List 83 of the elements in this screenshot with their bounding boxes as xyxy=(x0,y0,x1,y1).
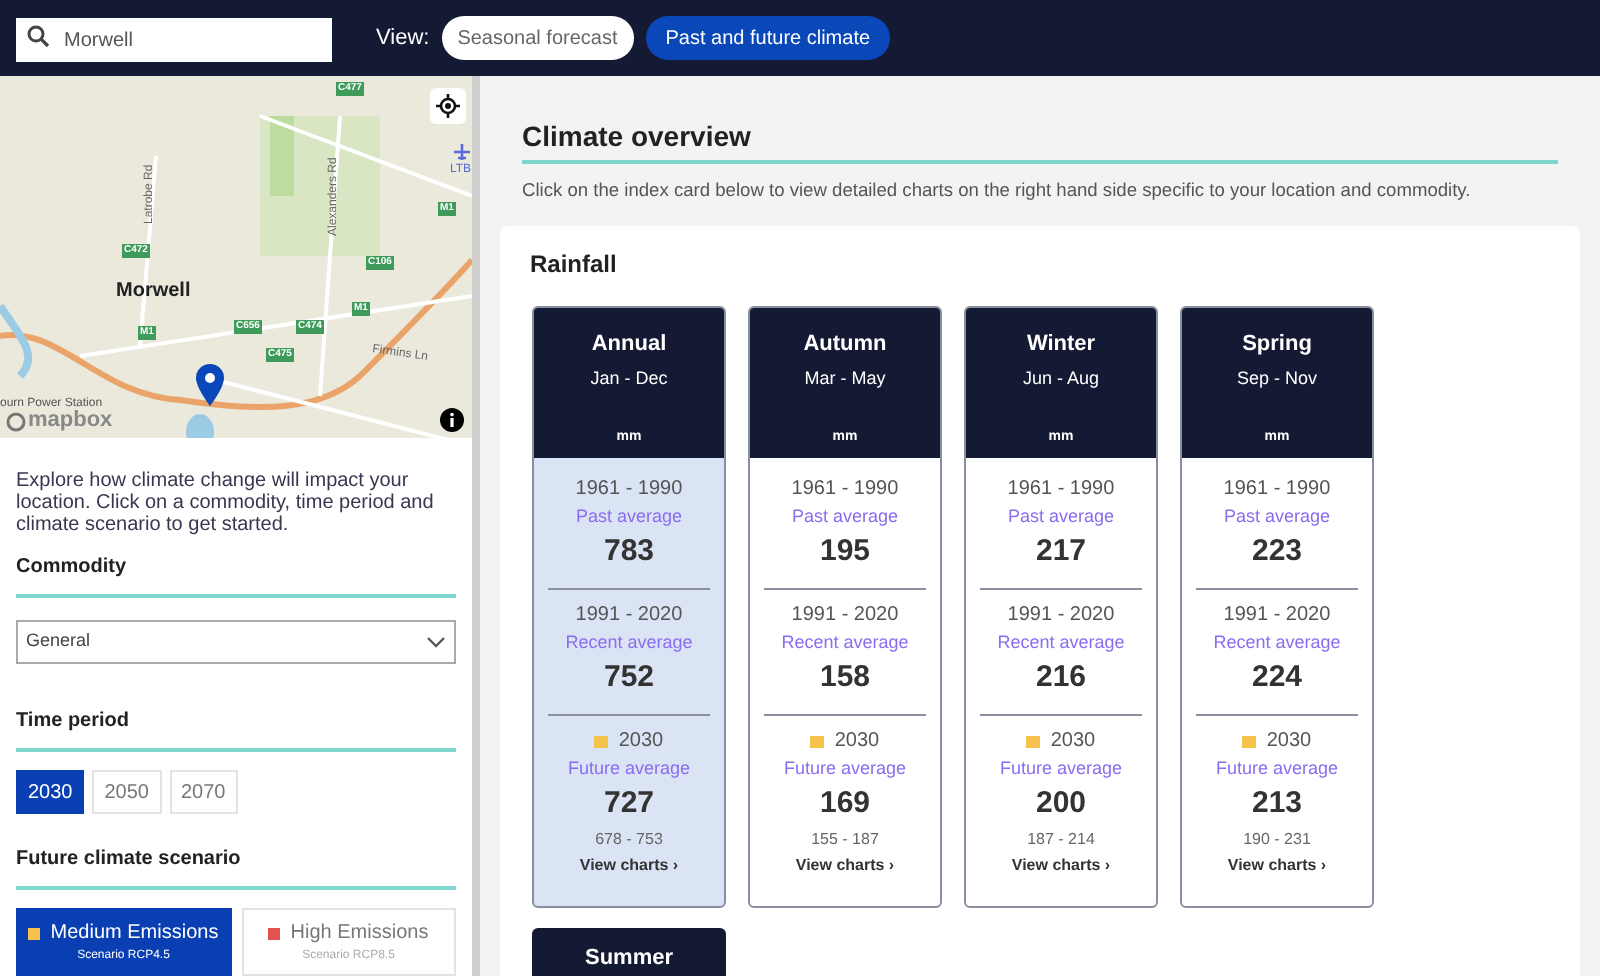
view-toggle[interactable]: Seasonal forecast xyxy=(441,16,634,60)
search-icon xyxy=(26,23,50,48)
section-heading: Time period xyxy=(16,706,456,752)
info-icon[interactable] xyxy=(440,408,464,432)
season-title: Autumn xyxy=(803,329,887,360)
scenario-swatch xyxy=(1026,735,1041,748)
average-label: Past average xyxy=(791,503,899,530)
map-place-label: Morwell xyxy=(116,282,191,302)
average-value: 213 xyxy=(1251,783,1303,824)
period-label: 2030 xyxy=(618,729,664,754)
crosshair-icon xyxy=(436,94,460,118)
month-range: Jun - Aug xyxy=(1022,366,1100,393)
locate-button[interactable] xyxy=(430,88,466,124)
chevron-down-icon xyxy=(426,636,446,648)
average-value: 216 xyxy=(1035,657,1087,698)
section-title: Rainfall xyxy=(530,247,619,282)
period-label: 2030 xyxy=(1050,729,1096,754)
scenario-label: High Emissions xyxy=(290,920,429,948)
view-label: View: xyxy=(376,23,430,54)
average-label: Recent average xyxy=(1213,629,1341,656)
location-pin-icon xyxy=(194,362,226,406)
average-value: 223 xyxy=(1251,531,1303,572)
period-label: 1961 - 1990 xyxy=(791,477,899,502)
average-label: Future average xyxy=(1215,755,1339,782)
scenario-swatch xyxy=(1242,735,1257,748)
average-label: Future average xyxy=(783,755,907,782)
average-label: Future average xyxy=(999,755,1123,782)
value-range: 678 - 753 xyxy=(595,827,663,852)
average-label: Past average xyxy=(575,503,683,530)
scenario-label: Medium Emissions xyxy=(50,920,219,948)
period-label: 2030 xyxy=(1266,729,1312,754)
average-value: 224 xyxy=(1251,657,1303,698)
season-title: Annual xyxy=(591,329,667,360)
average-label: Recent average xyxy=(781,629,909,656)
view-charts-link[interactable]: View charts › xyxy=(579,851,679,880)
mapbox-logo-icon xyxy=(6,412,26,432)
time-period-option[interactable]: 2070 xyxy=(169,770,238,814)
time-period-option[interactable]: 2030 xyxy=(16,770,85,814)
commodity-dropdown[interactable]: General xyxy=(16,620,456,664)
average-value: 783 xyxy=(603,531,655,572)
season-card-header[interactable]: Summer xyxy=(532,927,726,976)
season-title: Winter xyxy=(1026,329,1096,360)
view-charts-link[interactable]: View charts › xyxy=(795,851,895,880)
view-charts-link[interactable]: View charts › xyxy=(1227,851,1327,880)
average-value: 195 xyxy=(819,531,871,572)
average-label: Past average xyxy=(1007,503,1115,530)
season-title: Spring xyxy=(1242,329,1312,360)
section-heading: Commodity xyxy=(16,552,456,598)
value-range: 190 - 231 xyxy=(1243,827,1311,852)
season-title: Summer xyxy=(584,947,674,974)
description-text: Click on the index card below to view detailed charts on the right hand side specific to your location and commodity. xyxy=(522,178,1473,204)
average-label: Past average xyxy=(1223,503,1331,530)
view-toggle[interactable]: Past and future climate xyxy=(645,16,891,60)
average-value: 727 xyxy=(603,783,655,824)
view-charts-link[interactable]: View charts › xyxy=(1011,851,1111,880)
section-heading: Future climate scenario xyxy=(16,844,456,890)
page-title: Climate overview xyxy=(522,116,1558,164)
period-label: 2030 xyxy=(834,729,880,754)
period-label: 1991 - 2020 xyxy=(1007,603,1115,628)
scenario-swatch xyxy=(594,735,609,748)
period-label: 1961 - 1990 xyxy=(1223,477,1331,502)
average-value: 158 xyxy=(819,657,871,698)
period-label: 1991 - 2020 xyxy=(791,603,899,628)
scenario-swatch xyxy=(810,735,825,748)
period-label: 1961 - 1990 xyxy=(1007,477,1115,502)
period-label: 1991 - 2020 xyxy=(1223,603,1331,628)
average-value: 169 xyxy=(819,783,871,824)
period-label: 1991 - 2020 xyxy=(575,603,683,628)
month-range: Mar - May xyxy=(804,366,886,393)
average-label: Future average xyxy=(567,755,691,782)
period-label: 1961 - 1990 xyxy=(575,477,683,502)
intro-text: Explore how climate change will impact your location. Click on a commodity, time period and climate scenario to get started. xyxy=(16,470,436,536)
time-period-option[interactable]: 2050 xyxy=(92,770,161,814)
average-label: Recent average xyxy=(565,629,693,656)
average-label: Recent average xyxy=(997,629,1125,656)
search-field[interactable]: Morwell xyxy=(16,18,332,63)
value-range: 187 - 214 xyxy=(1027,827,1095,852)
value-range: 155 - 187 xyxy=(811,827,879,852)
average-value: 752 xyxy=(603,657,655,698)
month-range: Sep - Nov xyxy=(1236,366,1318,393)
average-value: 217 xyxy=(1035,531,1087,572)
average-value: 200 xyxy=(1035,783,1087,824)
month-range: Jan - Dec xyxy=(590,366,668,393)
